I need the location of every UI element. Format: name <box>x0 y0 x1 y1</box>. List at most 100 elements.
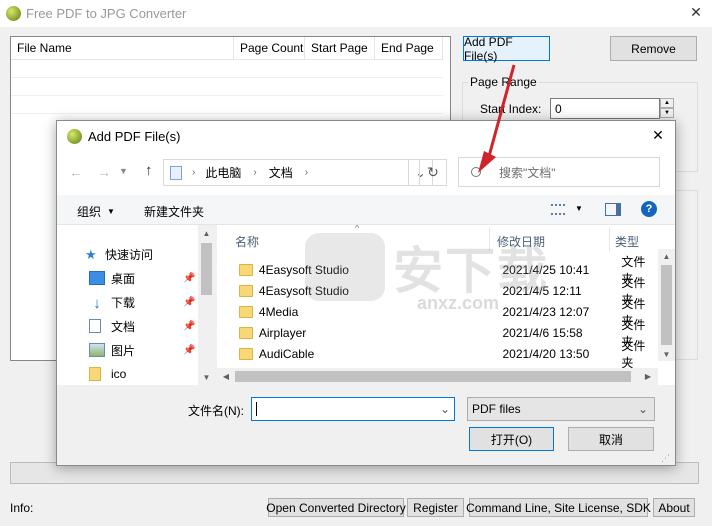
history-chevron-icon[interactable]: ▼ <box>119 166 128 176</box>
breadcrumb-this-pc[interactable]: 此电脑 <box>205 164 241 181</box>
organize-menu[interactable]: 组织 ▼ <box>77 203 115 220</box>
annotation-arrow <box>478 64 516 173</box>
col-header-page-count[interactable]: Page Count <box>234 37 305 59</box>
preview-pane-icon[interactable] <box>605 203 621 216</box>
remove-button[interactable]: Remove <box>610 36 697 61</box>
col-header-file-name[interactable]: File Name <box>11 37 234 59</box>
forward-arrow-icon[interactable]: → <box>97 164 111 180</box>
back-arrow-icon[interactable]: ← <box>69 164 83 180</box>
command-line-button[interactable]: Command Line, Site License, SDK <box>466 498 651 517</box>
nav-label: 桌面 <box>111 271 136 286</box>
dialog-logo-icon <box>67 128 82 144</box>
scroll-down-icon[interactable]: ▼ <box>198 369 215 385</box>
file-row[interactable]: Airplayer 2021/4/6 15:58 文件夹 <box>217 318 657 349</box>
dialog-title: Add PDF File(s) <box>88 128 181 144</box>
folder-icon <box>239 284 253 297</box>
col-divider <box>609 227 610 251</box>
start-index-up-icon[interactable]: ▲ <box>660 98 674 108</box>
add-pdf-dialog: Add PDF File(s) ✕ ← → ▼ ↑ › 此电脑 › 文档 › ⌄… <box>56 120 676 466</box>
filename-input[interactable]: ⌄ <box>251 397 455 421</box>
open-converted-directory-button[interactable]: Open Converted Directory <box>266 498 406 517</box>
window-close-icon[interactable]: ✕ <box>684 4 708 22</box>
filename-dropdown-icon[interactable]: ⌄ <box>440 402 450 416</box>
nav-item-desktop[interactable]: 桌面 <box>89 267 135 289</box>
file-list-hscrollbar[interactable]: ◀ ▶ <box>217 368 658 385</box>
row-line <box>11 77 443 78</box>
nav-label: ico <box>111 367 127 381</box>
nav-item-ico[interactable]: ico <box>89 363 126 385</box>
scroll-down-icon[interactable]: ▼ <box>658 347 675 361</box>
open-button[interactable]: 打开(O) <box>469 427 554 451</box>
dialog-toolbar: 组织 ▼ 新建文件夹 ▼ ? <box>57 195 675 225</box>
scroll-thumb[interactable] <box>201 243 212 295</box>
pin-icon: 📌 <box>183 273 196 284</box>
nav-scrollbar[interactable]: ▲ ▼ <box>198 225 215 385</box>
download-icon: ↓ <box>93 295 101 312</box>
pin-icon: 📌 <box>183 345 196 356</box>
filename-label: 文件名(N): <box>188 404 244 418</box>
folder-icon <box>239 347 253 360</box>
start-index-down-icon[interactable]: ▼ <box>660 108 674 118</box>
pin-icon: 📌 <box>183 297 196 308</box>
view-options-icon[interactable] <box>551 204 565 215</box>
about-button[interactable]: About <box>653 498 695 517</box>
scroll-thumb[interactable] <box>661 265 672 345</box>
scroll-thumb[interactable] <box>235 371 631 382</box>
organize-chevron-icon: ▼ <box>107 207 115 216</box>
window-title-bar: Free PDF to JPG Converter ✕ <box>0 0 712 27</box>
organize-label: 组织 <box>77 205 102 219</box>
document-icon <box>89 319 101 333</box>
col-header-start-page[interactable]: Start Page <box>305 37 375 59</box>
folder-icon <box>239 305 253 318</box>
nav-label: 下载 <box>111 295 136 310</box>
row-line <box>11 95 443 96</box>
arrow-shaft <box>486 64 516 161</box>
info-label: Info: <box>10 501 34 515</box>
filter-dropdown-icon: ⌄ <box>637 402 648 416</box>
dialog-close-icon[interactable]: ✕ <box>647 127 669 144</box>
folder-icon <box>89 367 101 381</box>
nav-item-quick-access[interactable]: ★ 快速访问 <box>85 243 153 265</box>
nav-label: 文档 <box>111 319 136 334</box>
scroll-right-icon[interactable]: ▶ <box>641 368 655 385</box>
filter-value: PDF files <box>472 402 521 416</box>
start-index-input[interactable]: 0 <box>550 98 660 119</box>
col-header-end-page[interactable]: End Page <box>375 37 443 59</box>
new-folder-button[interactable]: 新建文件夹 <box>144 203 204 220</box>
breadcrumb-documents[interactable]: 文档 <box>269 164 293 181</box>
pin-icon: 📌 <box>183 321 196 332</box>
address-bar[interactable]: › 此电脑 › 文档 › <box>163 159 409 186</box>
help-icon[interactable]: ? <box>641 201 657 217</box>
nav-item-pictures[interactable]: 图片 <box>89 339 135 361</box>
sort-up-icon: ^ <box>355 225 360 233</box>
refresh-icon[interactable]: ↻ <box>419 159 447 186</box>
cancel-button[interactable]: 取消 <box>568 427 654 451</box>
up-arrow-icon[interactable]: ↑ <box>145 162 153 179</box>
nav-item-documents[interactable]: 文档 <box>89 315 135 337</box>
file-type-filter-select[interactable]: PDF files ⌄ <box>467 397 655 421</box>
file-row[interactable]: AudiCable 2021/4/20 13:50 文件夹 <box>217 339 657 370</box>
star-icon: ★ <box>85 247 97 262</box>
watermark-subtext: anxz.com <box>417 293 500 313</box>
navigation-pane[interactable]: ★ 快速访问 桌面 ↓ 下载 文档 图片 ico 📌 📌 📌 📌 ▲ ▼ <box>57 225 215 385</box>
col-header-type[interactable]: 类型 <box>615 233 639 250</box>
nav-item-downloads[interactable]: ↓ 下载 <box>89 291 135 313</box>
scroll-up-icon[interactable]: ▲ <box>198 225 215 241</box>
file-list-pane[interactable]: ^ 名称 修改日期 类型 4Easysoft Studio 2021/4/25 … <box>217 225 675 385</box>
picture-icon <box>89 343 105 357</box>
resize-grip-icon[interactable]: ⋰ <box>661 453 670 464</box>
register-button[interactable]: Register <box>407 498 464 517</box>
breadcrumb-sep-icon: › <box>304 167 309 178</box>
file-list-vscrollbar[interactable]: ▲ ▼ <box>658 249 675 361</box>
row-line <box>11 113 443 114</box>
address-row: ← → ▼ ↑ › 此电脑 › 文档 › ⌄ ↻ 搜索"文档" <box>57 151 675 195</box>
desktop-icon <box>89 271 105 285</box>
view-chevron-icon[interactable]: ▼ <box>575 204 583 213</box>
file-type: 文件夹 <box>621 338 646 370</box>
scroll-up-icon[interactable]: ▲ <box>658 249 675 263</box>
arrow-head <box>478 151 496 173</box>
col-header-name[interactable]: 名称 <box>235 233 259 250</box>
scroll-left-icon[interactable]: ◀ <box>219 368 233 385</box>
file-name: AudiCable <box>258 346 315 361</box>
dialog-title-bar: Add PDF File(s) ✕ <box>57 121 675 151</box>
